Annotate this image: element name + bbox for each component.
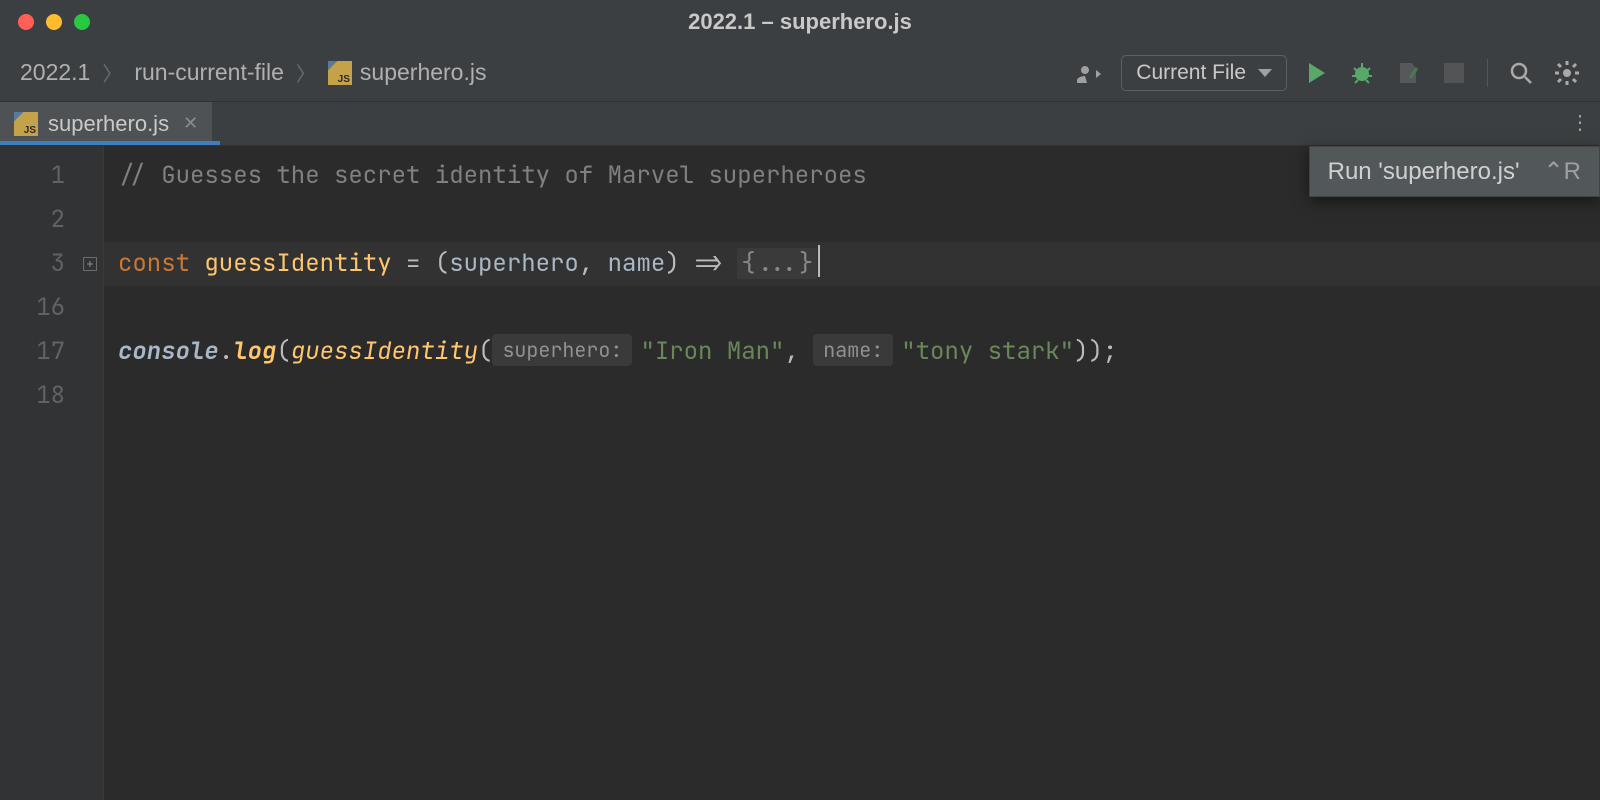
breadcrumbs: 2022.1 〉 run-current-file 〉 JS superhero… xyxy=(20,58,486,87)
settings-icon[interactable] xyxy=(1554,60,1580,86)
code-line[interactable] xyxy=(118,286,1600,330)
line-number[interactable]: 17 xyxy=(0,330,103,374)
run-config-dropdown[interactable]: Current File xyxy=(1121,55,1287,91)
coverage-icon[interactable] xyxy=(1395,60,1421,86)
js-file-icon: JS xyxy=(328,61,352,85)
run-icon[interactable] xyxy=(1303,60,1329,86)
window-controls xyxy=(18,14,90,30)
run-tooltip: Run 'superhero.js' ⌃R xyxy=(1309,146,1600,197)
breadcrumb-label: superhero.js xyxy=(360,59,487,86)
maximize-window-icon[interactable] xyxy=(74,14,90,30)
line-number[interactable]: 18 xyxy=(0,374,103,418)
inlay-hint: superhero: xyxy=(492,334,632,366)
code-line[interactable]: const guessIdentity = (superhero, name) … xyxy=(118,242,1600,286)
tooltip-text: Run 'superhero.js' xyxy=(1328,158,1520,186)
window-title: 2022.1 – superhero.js xyxy=(688,9,912,35)
line-number[interactable]: 2 xyxy=(0,198,103,242)
search-icon[interactable] xyxy=(1508,60,1534,86)
line-number[interactable]: 1 xyxy=(0,154,103,198)
chevron-down-icon xyxy=(1258,69,1272,77)
run-config-label: Current File xyxy=(1136,61,1246,85)
gutter: 1 2 3 + 16 17 18 xyxy=(0,146,104,800)
js-file-icon: JS xyxy=(14,112,38,136)
tab-superhero-js[interactable]: JS superhero.js ✕ xyxy=(0,102,212,145)
tab-overflow-icon[interactable]: ⋮ xyxy=(1570,110,1590,135)
active-tab-indicator xyxy=(0,141,220,145)
close-tab-icon[interactable]: ✕ xyxy=(183,113,198,134)
toolbar-right: Current File xyxy=(1077,55,1580,91)
chevron-right-icon: 〉 xyxy=(290,58,322,87)
code-line[interactable] xyxy=(118,198,1600,242)
breadcrumb-file[interactable]: JS superhero.js xyxy=(328,59,487,86)
code-area[interactable]: // Guesses the secret identity of Marvel… xyxy=(104,146,1600,800)
breadcrumb-label: 2022.1 xyxy=(20,59,90,86)
title-bar: 2022.1 – superhero.js xyxy=(0,0,1600,44)
code-line[interactable]: console.log(guessIdentity(superhero:"Iro… xyxy=(118,330,1600,374)
code-with-me-icon[interactable] xyxy=(1077,61,1105,85)
line-number[interactable]: 3 + xyxy=(0,242,103,286)
fold-expand-icon[interactable]: + xyxy=(83,257,97,271)
editor-tabs: JS superhero.js ✕ ⋮ xyxy=(0,102,1600,146)
close-window-icon[interactable] xyxy=(18,14,34,30)
breadcrumb-project[interactable]: 2022.1 xyxy=(20,59,90,86)
stop-icon[interactable] xyxy=(1441,60,1467,86)
breadcrumb-folder[interactable]: run-current-file xyxy=(134,59,284,86)
debug-icon[interactable] xyxy=(1349,60,1375,86)
chevron-right-icon: 〉 xyxy=(96,58,128,87)
line-number[interactable]: 16 xyxy=(0,286,103,330)
code-editor[interactable]: 1 2 3 + 16 17 18 // Guesses the secret i… xyxy=(0,146,1600,800)
code-line[interactable] xyxy=(118,374,1600,418)
navigation-bar: 2022.1 〉 run-current-file 〉 JS superhero… xyxy=(0,44,1600,102)
tab-label: superhero.js xyxy=(48,111,169,137)
separator xyxy=(1487,59,1488,87)
run-toolbar xyxy=(1303,59,1580,87)
folded-block[interactable]: {...} xyxy=(737,248,817,279)
minimize-window-icon[interactable] xyxy=(46,14,62,30)
text-caret xyxy=(818,245,820,277)
inlay-hint: name: xyxy=(813,334,893,366)
tooltip-shortcut: ⌃R xyxy=(1544,157,1581,186)
breadcrumb-label: run-current-file xyxy=(134,59,284,86)
